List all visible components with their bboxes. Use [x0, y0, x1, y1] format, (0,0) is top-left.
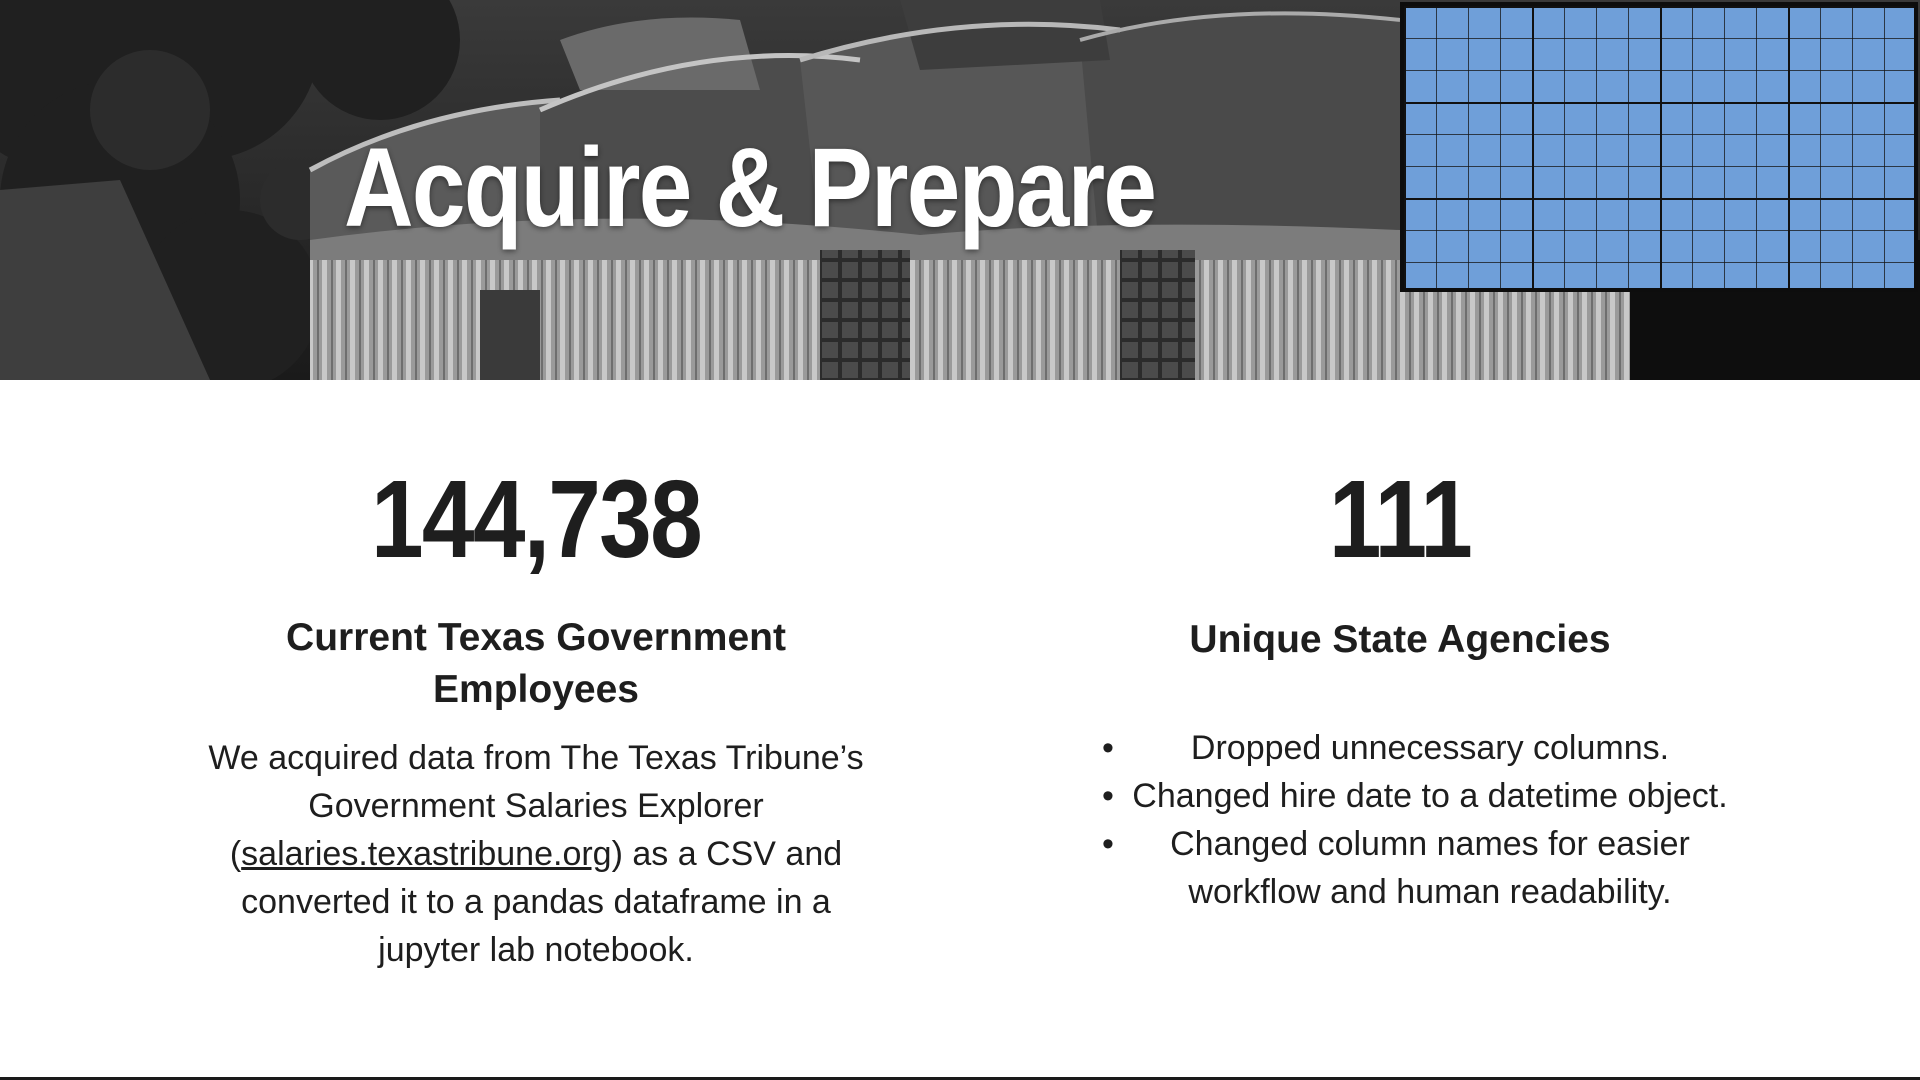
- employee-count: 144,738: [371, 458, 703, 581]
- list-item: • Changed hire date to a datetime object.: [1090, 772, 1730, 820]
- header-banner: Acquire & Prepare: [0, 0, 1920, 380]
- list-item-text: Dropped unnecessary columns.: [1190, 729, 1670, 767]
- list-item-text: Changed column names for easier workflow…: [1170, 825, 1690, 911]
- blue-grid-graphic: [1400, 2, 1918, 292]
- employee-count-label: Current Texas Government Employees: [286, 616, 786, 711]
- acquisition-description: We acquired data from The Texas Tribune’…: [196, 734, 876, 974]
- bullet-icon: •: [1102, 825, 1114, 863]
- list-item: • Changed column names for easier workflo…: [1090, 820, 1730, 916]
- list-item-text: Changed hire date to a datetime object.: [1132, 777, 1728, 815]
- page-title: Acquire & Prepare: [344, 125, 1157, 250]
- texastribune-link[interactable]: salaries.texastribune.org: [241, 835, 611, 873]
- bullet-icon: •: [1102, 777, 1114, 815]
- agency-count: 111: [1328, 458, 1473, 581]
- preparation-steps-list: • Dropped unnecessary columns. • Changed h…: [1090, 724, 1730, 916]
- list-item: • Dropped unnecessary columns.: [1090, 724, 1730, 772]
- bullet-icon: •: [1102, 729, 1114, 767]
- agency-count-label: Unique State Agencies: [1189, 618, 1611, 661]
